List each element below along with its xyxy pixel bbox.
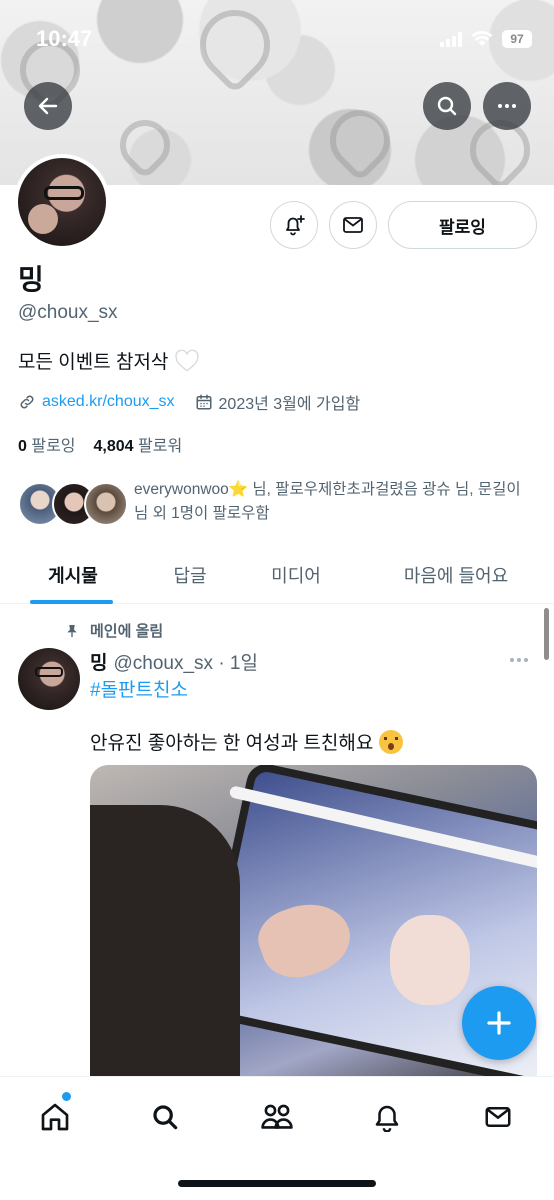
surprised-face-emoji-icon <box>379 729 404 754</box>
home-icon <box>41 1103 69 1131</box>
post-text: 안유진 좋아하는 한 여성과 트친해요 <box>90 733 374 754</box>
profile-handle: @choux_sx <box>18 302 118 323</box>
tab-posts[interactable]: 게시물 <box>0 546 146 604</box>
status-time: 10:47 <box>36 26 93 51</box>
post-more-button[interactable] <box>510 650 528 670</box>
nav-messages[interactable] <box>476 1095 520 1139</box>
calendar-icon <box>196 394 212 410</box>
profile-link[interactable]: asked.kr/choux_sx <box>42 393 175 411</box>
more-horizontal-icon <box>498 104 516 108</box>
post-header: 밍 @choux_sx · 1일 <box>90 648 258 675</box>
followers-count-link[interactable]: 4,804 팔로워 <box>94 432 183 456</box>
profile-tabs: 게시물 답글 미디어 마음에 들어요 <box>0 546 554 604</box>
banner-heart-shape <box>109 109 181 181</box>
followers-count: 4,804 <box>93 438 134 455</box>
following-count-link[interactable]: 0 팔로잉 <box>18 432 76 456</box>
status-icons: 97 <box>440 30 532 48</box>
following-count: 0 <box>18 438 27 455</box>
wifi-icon <box>471 31 493 46</box>
nav-home[interactable] <box>33 1095 77 1139</box>
avatar-glasses-shape <box>44 186 84 200</box>
followers-you-know[interactable]: everywonwoo⭐ 님, 팔로우제한초과걸렸음 광슈 님, 문길이 님 외… <box>18 478 536 528</box>
white-heart-icon <box>175 349 200 372</box>
cellular-signal-icon <box>440 31 462 47</box>
nav-notifications[interactable] <box>365 1095 409 1139</box>
mutual-avatar <box>84 482 128 526</box>
nav-search[interactable] <box>143 1095 187 1139</box>
follow-counts: 0 팔로잉 4,804 팔로워 <box>18 432 182 456</box>
nav-communities[interactable] <box>255 1095 299 1139</box>
tab-replies[interactable]: 답글 <box>146 546 234 604</box>
notifications-toggle-button[interactable] <box>270 201 318 249</box>
avatar-glasses-shape <box>35 667 63 677</box>
profile-avatar[interactable] <box>14 154 110 250</box>
plus-icon <box>487 1011 511 1035</box>
post-hashtag[interactable]: #돌판트친소 <box>90 675 188 702</box>
bell-plus-icon <box>286 215 305 236</box>
more-options-button[interactable] <box>483 82 531 130</box>
post-author-meta: @choux_sx · 1일 <box>113 653 258 674</box>
battery-indicator: 97 <box>502 30 532 48</box>
home-indicator <box>178 1180 376 1187</box>
profile-joined-item: 2023년 3월에 가입함 <box>195 390 361 414</box>
followers-label: 팔로워 <box>138 438 183 455</box>
image-hair <box>90 805 240 1095</box>
scrollbar[interactable] <box>544 608 549 660</box>
mutual-avatars <box>18 478 128 528</box>
display-name: 밍 <box>18 264 44 295</box>
bio-text: 모든 이벤트 참저삭 <box>18 352 169 373</box>
search-icon <box>153 1105 178 1130</box>
joined-date: 2023년 3월에 가입함 <box>218 396 361 413</box>
back-button[interactable] <box>24 82 72 130</box>
profile-bio: 모든 이벤트 참저삭 <box>18 347 200 374</box>
avatar-hand-shape <box>28 204 58 234</box>
post-author-avatar[interactable] <box>18 648 80 710</box>
following-label: 팔로잉 <box>31 438 76 455</box>
bell-icon <box>375 1105 399 1132</box>
pinned-indicator: 메인에 올림 <box>64 620 163 641</box>
following-button[interactable]: 팔로잉 <box>388 201 537 249</box>
status-bar: 10:47 97 <box>0 0 554 80</box>
search-button[interactable] <box>423 82 471 130</box>
mail-icon <box>485 1107 511 1127</box>
tab-likes[interactable]: 마음에 들어요 <box>358 546 554 604</box>
link-icon <box>20 395 34 409</box>
search-icon <box>437 96 457 116</box>
post-author-name[interactable]: 밍 <box>90 648 107 675</box>
message-button[interactable] <box>329 201 377 249</box>
pin-icon <box>67 624 77 637</box>
followers-you-know-text: everywonwoo⭐ 님, 팔로우제한초과걸렸음 광슈 님, 문길이 님 외… <box>134 481 521 522</box>
pinned-label: 메인에 올림 <box>90 623 164 640</box>
profile-link-item[interactable]: asked.kr/choux_sx <box>18 393 175 411</box>
arrow-left-icon <box>38 97 58 115</box>
compose-button[interactable] <box>462 986 536 1060</box>
home-notification-dot <box>62 1092 71 1101</box>
profile-meta: asked.kr/choux_sx 2023년 3월에 가입함 <box>18 390 360 414</box>
mail-icon <box>343 217 363 233</box>
tab-media[interactable]: 미디어 <box>234 546 358 604</box>
banner-heart-shape <box>317 97 403 183</box>
image-face <box>390 915 470 1005</box>
communities-icon <box>261 1104 293 1129</box>
post-text-row: 안유진 좋아하는 한 여성과 트친해요 <box>90 728 404 755</box>
